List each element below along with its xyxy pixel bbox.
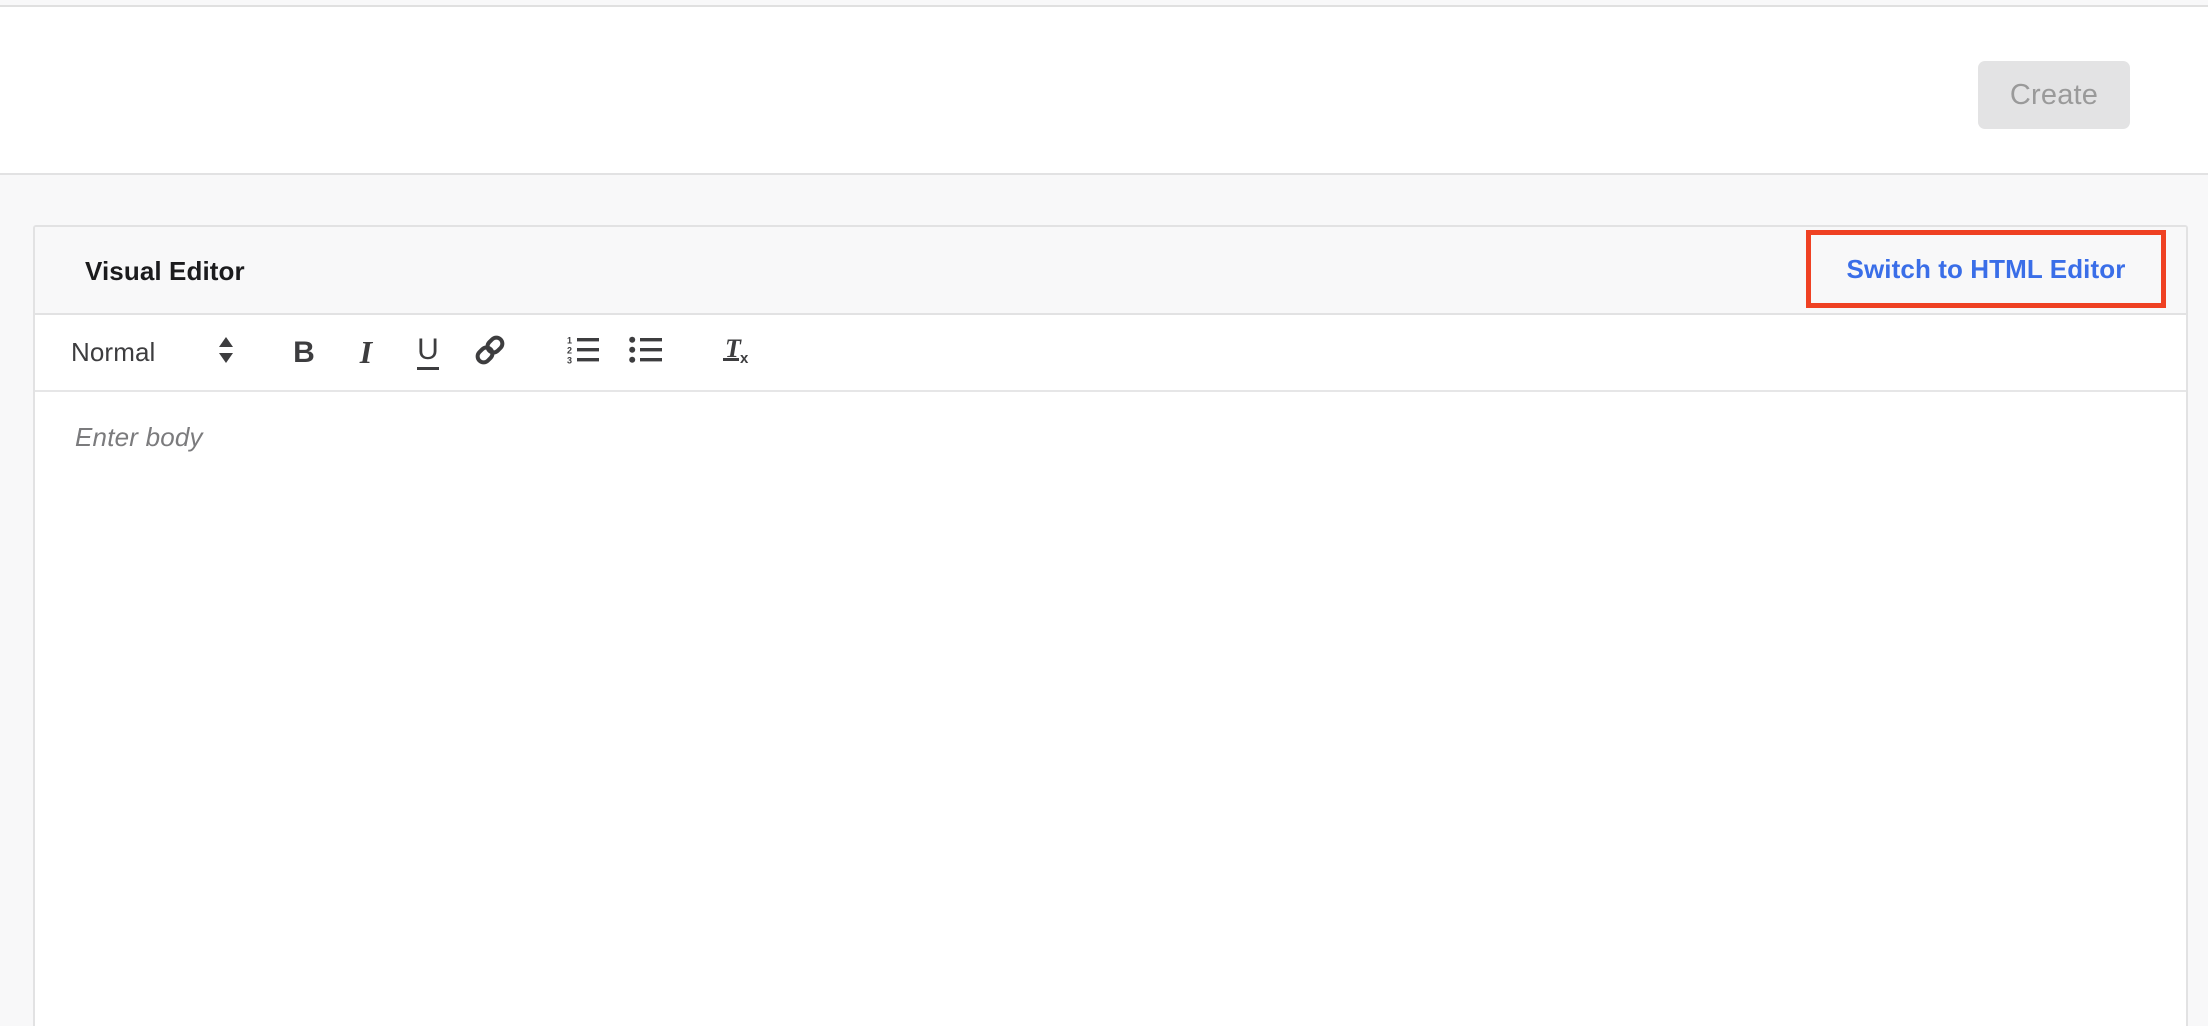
format-select[interactable]: Normal — [71, 314, 241, 391]
bold-icon: B — [293, 335, 315, 369]
italic-icon: I — [359, 334, 373, 370]
clear-formatting-button[interactable]: T x — [709, 314, 771, 391]
ordered-list-icon: 1 2 3 — [567, 335, 601, 370]
bold-button[interactable]: B — [273, 314, 335, 391]
link-button[interactable] — [459, 314, 521, 391]
format-select-label: Normal — [71, 337, 156, 367]
editor-toolbar: Normal B I U 1 2 3 T x — [35, 315, 2186, 392]
svg-text:x: x — [740, 350, 749, 367]
underline-icon: U — [417, 335, 439, 370]
body-placeholder: Enter body — [75, 422, 203, 452]
bullet-list-icon — [629, 335, 663, 370]
body-editor-area[interactable]: Enter body — [35, 392, 2186, 1026]
svg-text:1: 1 — [567, 336, 572, 346]
create-button[interactable]: Create — [1978, 61, 2130, 129]
svg-text:3: 3 — [567, 356, 572, 366]
ordered-list-button[interactable]: 1 2 3 — [553, 314, 615, 391]
bullet-list-button[interactable] — [615, 314, 677, 391]
top-action-bar: Create — [0, 7, 2208, 175]
annotation-highlight-box — [1806, 230, 2166, 308]
underline-button[interactable]: U — [397, 314, 459, 391]
editor-card: Visual Editor Switch to HTML Editor Norm… — [33, 225, 2188, 1026]
page-title: Visual Editor — [85, 256, 245, 286]
clear-formatting-icon: T x — [722, 333, 758, 372]
app-root: Create Visual Editor Switch to HTML Edit… — [0, 0, 2208, 1026]
chevron-up-down-icon — [217, 335, 235, 370]
editor-header: Visual Editor Switch to HTML Editor — [35, 227, 2186, 315]
italic-button[interactable]: I — [335, 314, 397, 391]
page-body: Visual Editor Switch to HTML Editor Norm… — [0, 177, 2208, 1026]
svg-text:2: 2 — [567, 346, 572, 356]
link-chain-icon — [473, 333, 507, 372]
